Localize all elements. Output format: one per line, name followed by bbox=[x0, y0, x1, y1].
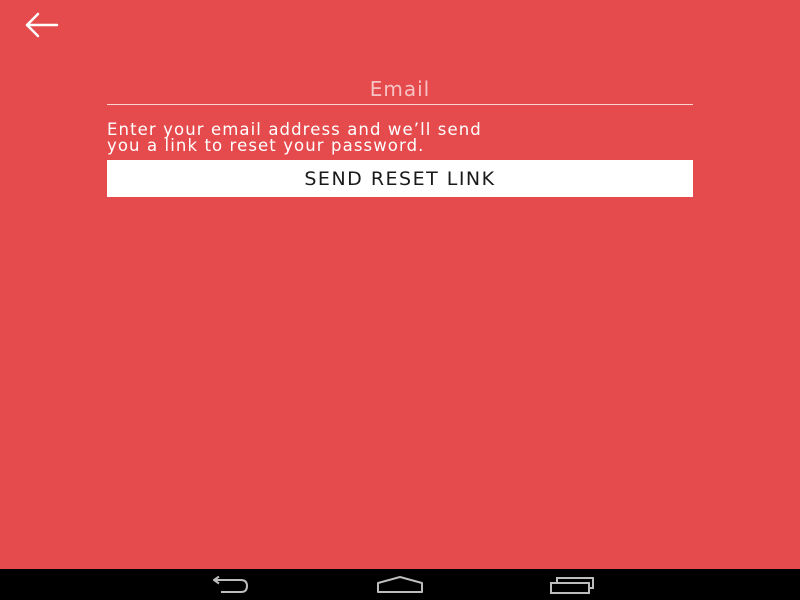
nav-back-icon bbox=[213, 576, 249, 593]
system-nav-bar bbox=[0, 569, 800, 600]
back-button[interactable] bbox=[18, 8, 64, 42]
send-reset-link-button[interactable]: SEND RESET LINK bbox=[107, 160, 693, 197]
email-input[interactable] bbox=[107, 70, 693, 104]
nav-back-button[interactable] bbox=[198, 573, 258, 597]
arrow-left-icon bbox=[25, 12, 59, 38]
nav-home-icon bbox=[377, 576, 423, 593]
forgot-password-screen: Enter your email address and we’ll send … bbox=[0, 0, 800, 600]
helper-text: Enter your email address and we’ll send … bbox=[107, 120, 482, 155]
nav-recents-button[interactable] bbox=[542, 573, 602, 597]
reset-form: Enter your email address and we’ll send … bbox=[107, 70, 693, 197]
nav-home-button[interactable] bbox=[370, 573, 430, 597]
nav-recents-icon bbox=[550, 577, 594, 594]
email-field-container bbox=[107, 70, 693, 105]
